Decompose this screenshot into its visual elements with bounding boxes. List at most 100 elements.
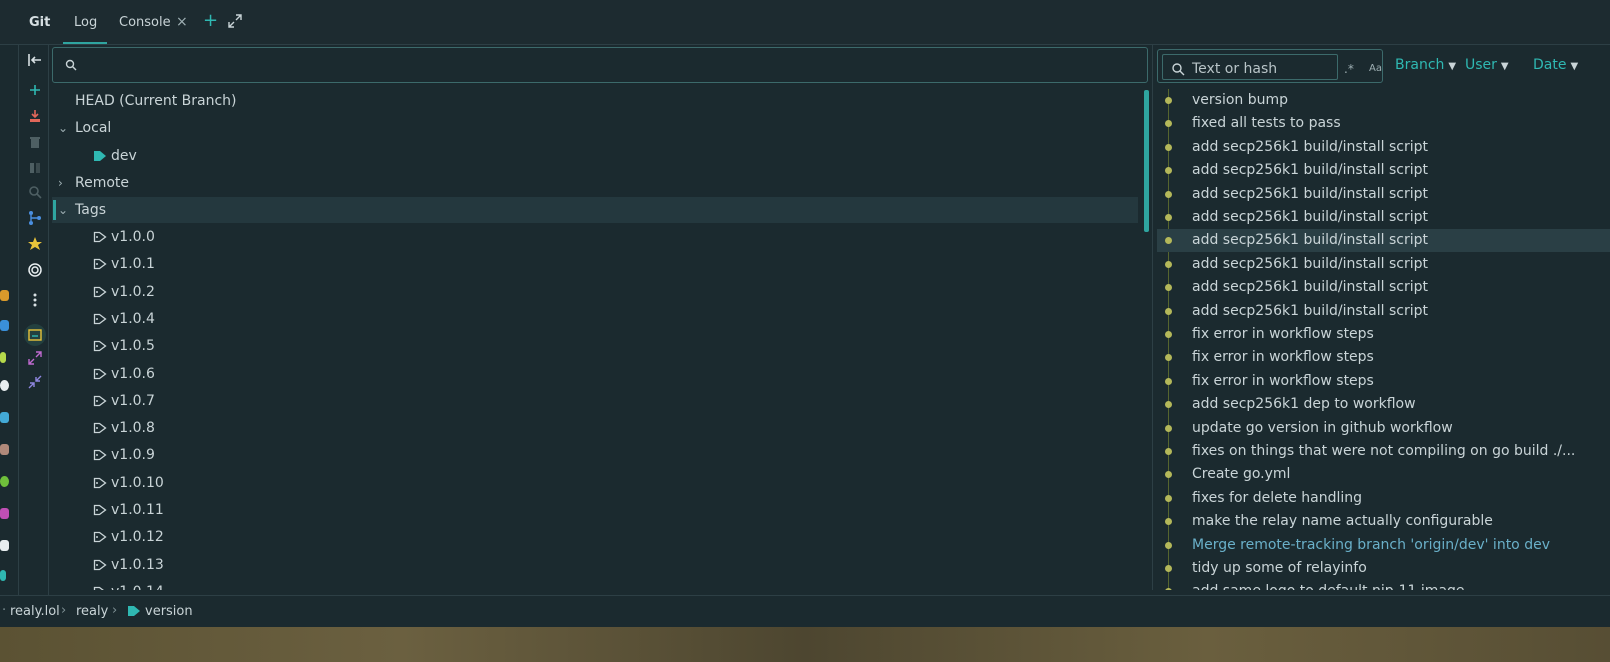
tab-console[interactable]: Console	[119, 15, 171, 30]
problems-icon[interactable]	[0, 508, 9, 519]
collapse-icon[interactable]	[26, 373, 44, 391]
tree-item-label: v1.0.4	[111, 310, 155, 327]
database-icon[interactable]	[0, 290, 9, 301]
tree-item-tag[interactable]: v1.0.7	[52, 388, 1138, 414]
target-icon[interactable]	[26, 261, 44, 279]
chevron-down-icon[interactable]: ⌄	[58, 197, 70, 223]
commit-dot	[1165, 260, 1172, 268]
tree-item-remote[interactable]: › Remote	[52, 170, 1138, 196]
commit-row[interactable]: fix error in workflow steps	[1157, 346, 1610, 369]
commit-row[interactable]: Create go.yml	[1157, 463, 1610, 486]
commit-row[interactable]: add secp256k1 build/install script	[1157, 206, 1610, 229]
tree-item-label: Remote	[75, 175, 130, 191]
commit-row[interactable]: fix error in workflow steps	[1157, 323, 1610, 346]
commit-message: add secp256k1 build/install script	[1192, 279, 1428, 296]
breadcrumb-sep: ·	[2, 603, 7, 618]
tree-item-tag[interactable]: v1.0.6	[52, 361, 1138, 387]
tree-item-tag[interactable]: v1.0.2	[52, 279, 1138, 305]
commit-message: make the relay name actually configurabl…	[1192, 513, 1493, 530]
branch-filter[interactable]: Branch ▼	[1395, 57, 1456, 73]
filter-label: User	[1465, 57, 1497, 73]
regex-toggle[interactable]: .*	[1344, 62, 1354, 76]
tree-item-tag[interactable]: v1.0.9	[52, 442, 1138, 468]
tree-item-tag[interactable]: v1.0.14	[52, 579, 1138, 590]
breadcrumb-file[interactable]: version	[145, 604, 193, 619]
compare-icon	[30, 163, 40, 173]
tree-item-tag[interactable]: v1.0.4	[52, 306, 1138, 332]
tree-item-local[interactable]: ⌄ Local	[52, 115, 1138, 141]
web-icon[interactable]	[0, 380, 9, 391]
tree-item-tag[interactable]: v1.0.10	[52, 470, 1138, 496]
tree-item-tag[interactable]: v1.0.13	[52, 552, 1138, 578]
commit-row[interactable]: tidy up some of relayinfo	[1157, 557, 1610, 580]
tree-item-head[interactable]: HEAD (Current Branch)	[52, 88, 1138, 114]
debug-icon[interactable]	[0, 412, 9, 423]
download-icon[interactable]	[26, 107, 44, 125]
tree-item-label: v1.0.12	[111, 529, 164, 546]
commit-row[interactable]: fixed all tests to pass	[1157, 112, 1610, 135]
commit-row[interactable]: fix error in workflow steps	[1157, 370, 1610, 393]
tree-item-tag[interactable]: v1.0.12	[52, 524, 1138, 550]
commit-row[interactable]: update go version in github workflow	[1157, 417, 1610, 440]
collapse-left-icon[interactable]	[26, 51, 44, 69]
tree-item-tag[interactable]: v1.0.0	[52, 224, 1138, 250]
tag-icon	[128, 606, 140, 616]
search-history-icon[interactable]	[1171, 62, 1185, 76]
search-icon	[29, 186, 42, 199]
tree-item-tag[interactable]: v1.0.8	[52, 415, 1138, 441]
run-icon[interactable]	[0, 352, 6, 363]
terminal-icon[interactable]	[0, 320, 9, 331]
services-icon[interactable]	[0, 444, 9, 455]
navigation-bar: · realy.lol › realy › version	[0, 595, 1610, 627]
match-case-toggle[interactable]: Aa	[1369, 63, 1382, 74]
graph-icon[interactable]	[23, 323, 47, 347]
commit-row[interactable]: Merge remote-tracking branch 'origin/dev…	[1157, 534, 1610, 557]
user-filter[interactable]: User ▼	[1465, 57, 1509, 73]
plus-icon[interactable]	[26, 81, 44, 99]
commit-row[interactable]: fixes on things that were not compiling …	[1157, 440, 1610, 463]
commit-row[interactable]: add secp256k1 build/install script	[1157, 183, 1610, 206]
commit-row[interactable]: add secp256k1 build/install script	[1157, 229, 1610, 253]
active-tab-indicator	[63, 42, 107, 44]
git-icon[interactable]	[0, 570, 6, 581]
commit-row[interactable]: version bump	[1157, 89, 1610, 112]
commit-row[interactable]: add secp256k1 build/install script	[1157, 300, 1610, 323]
date-filter[interactable]: Date ▼	[1533, 57, 1578, 73]
settings-gear-icon[interactable]	[0, 476, 9, 487]
breadcrumb-project[interactable]: realy.lol	[10, 604, 60, 619]
commit-row[interactable]: add same logo to default nip-11 image	[1157, 580, 1610, 590]
tree-item-tag[interactable]: v1.0.5	[52, 333, 1138, 359]
expand-icon[interactable]	[26, 349, 44, 367]
close-tab-icon[interactable]: ×	[176, 14, 188, 30]
tree-item-branch-dev[interactable]: dev	[52, 143, 1138, 169]
commit-dot	[1165, 237, 1172, 245]
desktop-background	[0, 627, 1610, 662]
tree-item-tag[interactable]: v1.0.11	[52, 497, 1138, 523]
branch-tree-scrollbar[interactable]	[1144, 90, 1149, 232]
commit-row[interactable]: add secp256k1 build/install script	[1157, 276, 1610, 299]
commit-row[interactable]: add secp256k1 build/install script	[1157, 253, 1610, 276]
tool-window-tabbar: Git Log Console × +	[0, 0, 1610, 45]
chevron-right-icon[interactable]: ›	[58, 170, 70, 196]
commit-row[interactable]: add secp256k1 dep to workflow	[1157, 393, 1610, 416]
star-icon[interactable]	[26, 235, 44, 253]
breadcrumb-module[interactable]: realy	[76, 604, 108, 619]
commit-message: fixed all tests to pass	[1192, 115, 1341, 132]
tree-item-tag[interactable]: v1.0.1	[52, 251, 1138, 277]
commit-dot	[1165, 541, 1172, 549]
branch-search-input[interactable]	[52, 47, 1148, 83]
commit-row[interactable]: add secp256k1 build/install script	[1157, 159, 1610, 182]
branches-icon[interactable]	[26, 209, 44, 227]
more-icon[interactable]	[26, 291, 44, 309]
commit-row[interactable]: make the relay name actually configurabl…	[1157, 510, 1610, 533]
maximize-icon[interactable]	[228, 14, 242, 28]
chevron-down-icon[interactable]: ⌄	[58, 115, 70, 141]
tab-log[interactable]: Log	[74, 15, 97, 30]
commit-row[interactable]: add secp256k1 build/install script	[1157, 136, 1610, 159]
filter-label: Date	[1533, 57, 1567, 73]
breadcrumb-sep: ›	[112, 603, 118, 618]
tree-item-tags[interactable]: ⌄ Tags	[52, 197, 1138, 223]
add-tab-button[interactable]: +	[203, 10, 218, 31]
commit-row[interactable]: fixes for delete handling	[1157, 487, 1610, 510]
notifications-icon[interactable]	[0, 540, 9, 551]
